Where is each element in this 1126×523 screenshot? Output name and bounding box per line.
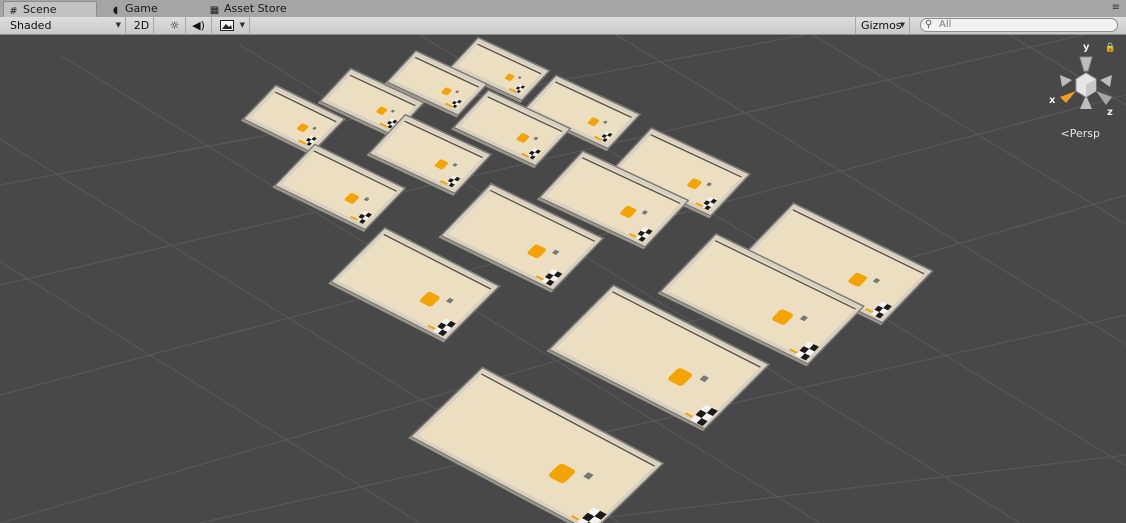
lighting-toggle-button[interactable]: ☼ [164, 17, 186, 34]
grid-icon: # [9, 6, 18, 17]
chevron-down-icon: ▼ [239, 21, 245, 29]
gizmo-y-cone[interactable] [1079, 56, 1093, 72]
chevron-down-icon: ▼ [115, 21, 121, 29]
tab-scene[interactable]: # Scene [3, 1, 97, 17]
2d-toggle-label: 2D [133, 19, 150, 32]
search-placeholder: All [939, 19, 952, 30]
pacman-icon: ◖ [112, 5, 119, 16]
chevron-down-icon: ▼ [899, 21, 905, 29]
shading-mode-label: Shaded [10, 19, 52, 32]
gizmo-neg-x-cone[interactable] [1060, 75, 1072, 87]
store-icon: ▦ [209, 5, 220, 16]
scene-render [0, 35, 1126, 523]
tab-scene-label: Scene [23, 3, 57, 16]
unity-editor-scene-view: # Scene ◖ Game ▦ Asset Store ≡ Shaded ▼ 2D … [0, 0, 1126, 523]
projection-toggle[interactable]: <Persp [1061, 127, 1100, 140]
grid-line [0, 261, 421, 523]
level-trays [240, 36, 934, 523]
tab-asset-store-label: Asset Store [224, 2, 287, 15]
gizmo-y-label: y [1083, 42, 1090, 53]
speaker-icon: ◀) [192, 19, 205, 32]
scene-search-input[interactable]: ⚲ All [920, 18, 1118, 32]
scene-viewport[interactable] [0, 35, 1126, 523]
sun-icon: ☼ [169, 19, 180, 32]
audio-toggle-button[interactable]: ◀) [186, 17, 212, 34]
search-icon: ⚲ [925, 19, 933, 30]
gizmo-x-cone[interactable] [1060, 91, 1076, 103]
tab-game[interactable]: ◖ Game [106, 1, 196, 17]
effects-dropdown[interactable]: ▼ [214, 17, 250, 34]
gizmo-x-label: x [1049, 95, 1056, 106]
tab-game-label: Game [125, 2, 158, 15]
tab-menu-icon[interactable]: ≡ [1112, 3, 1120, 13]
gizmo-z-label: z [1107, 107, 1113, 118]
tab-strip: # Scene ◖ Game ▦ Asset Store ≡ [0, 0, 1126, 18]
tab-asset-store[interactable]: ▦ Asset Store [205, 1, 315, 17]
lock-icon[interactable]: 🔒 [1105, 43, 1116, 53]
gizmos-dropdown[interactable]: Gizmos ▼ [855, 17, 910, 34]
shading-mode-dropdown[interactable]: Shaded ▼ [0, 17, 126, 34]
2d-toggle-button[interactable]: 2D [130, 17, 154, 34]
gizmos-label: Gizmos [861, 19, 902, 32]
projection-label: Persp [1069, 127, 1100, 140]
gizmo-neg-z-cone[interactable] [1100, 75, 1112, 87]
image-icon [220, 20, 234, 31]
scene-toolbar: Shaded ▼ 2D ☼ ◀) ▼ Gizmos ▼ ⚲ All [0, 17, 1126, 35]
gizmo-z-cone[interactable] [1096, 91, 1112, 105]
